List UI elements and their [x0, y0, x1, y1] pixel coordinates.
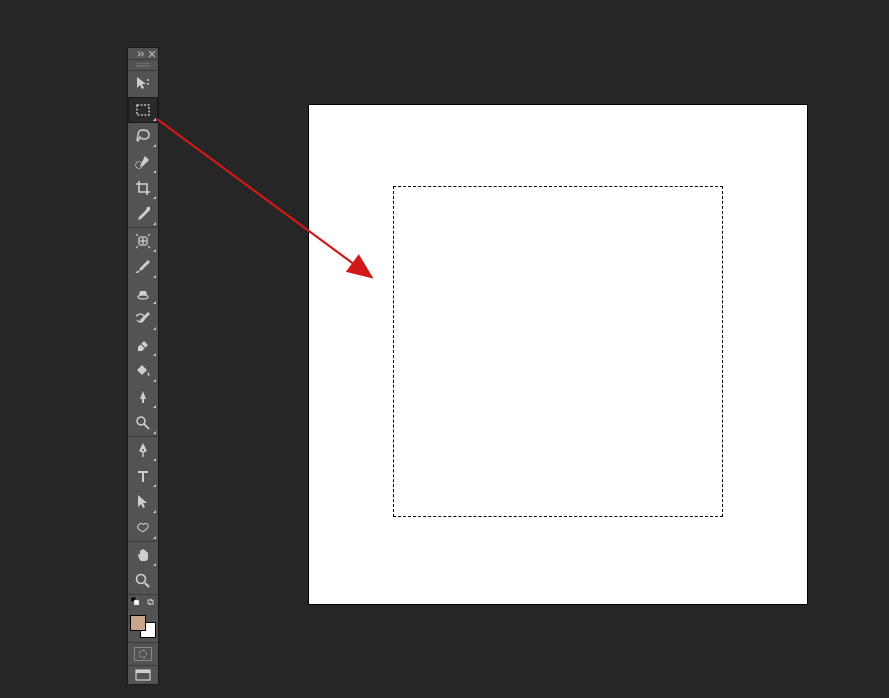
- flyout-indicator-icon: [153, 170, 156, 173]
- move-tool[interactable]: [128, 71, 158, 97]
- tools-panel: [127, 47, 159, 685]
- dodge-tool[interactable]: [128, 384, 158, 410]
- flyout-indicator-icon: [153, 275, 156, 278]
- default-colors-button[interactable]: [131, 594, 141, 612]
- panel-grip[interactable]: [128, 60, 158, 71]
- paint-bucket-tool[interactable]: [128, 358, 158, 384]
- flyout-indicator-icon: [153, 405, 156, 408]
- path-selection-tool[interactable]: [128, 489, 158, 515]
- flyout-indicator-icon: [153, 222, 156, 225]
- flyout-indicator-icon: [153, 196, 156, 199]
- flyout-indicator-icon: [153, 249, 156, 252]
- panel-header: [128, 48, 158, 60]
- flyout-indicator-icon: [153, 379, 156, 382]
- collapse-panel-button[interactable]: [137, 51, 145, 57]
- rectangular-marquee-tool[interactable]: [128, 97, 158, 123]
- quick-selection-tool[interactable]: [128, 149, 158, 175]
- screen-mode-row[interactable]: [128, 666, 158, 684]
- close-panel-button[interactable]: [148, 51, 156, 57]
- clone-stamp-tool[interactable]: [128, 280, 158, 306]
- foreground-color-swatch[interactable]: [130, 615, 146, 631]
- flyout-indicator-icon: [153, 484, 156, 487]
- flyout-indicator-icon: [153, 327, 156, 330]
- lasso-tool[interactable]: [128, 123, 158, 149]
- swap-colors-button[interactable]: [146, 594, 156, 612]
- flyout-indicator-icon: [153, 144, 156, 147]
- flyout-indicator-icon: [153, 301, 156, 304]
- flyout-indicator-icon: [153, 431, 156, 434]
- eraser-tool[interactable]: [128, 332, 158, 358]
- crop-tool[interactable]: [128, 175, 158, 201]
- flyout-indicator-icon: [153, 118, 156, 121]
- quick-mask-toggle[interactable]: [134, 647, 152, 661]
- eyedropper-tool[interactable]: [128, 201, 158, 227]
- flyout-indicator-icon: [153, 563, 156, 566]
- color-tools-row: [128, 595, 158, 611]
- history-brush-tool[interactable]: [128, 306, 158, 332]
- shape-tool[interactable]: [128, 515, 158, 541]
- flyout-indicator-icon: [153, 510, 156, 513]
- flyout-indicator-icon: [153, 458, 156, 461]
- marquee-selection[interactable]: [393, 186, 723, 517]
- healing-brush-tool[interactable]: [128, 228, 158, 254]
- color-swatches: [128, 613, 158, 640]
- quick-mask-row: [128, 643, 158, 665]
- type-tool[interactable]: [128, 463, 158, 489]
- brush-tool[interactable]: [128, 254, 158, 280]
- blur-tool[interactable]: [128, 410, 158, 436]
- pen-tool[interactable]: [128, 437, 158, 463]
- zoom-tool[interactable]: [128, 568, 158, 594]
- flyout-indicator-icon: [153, 536, 156, 539]
- hand-tool[interactable]: [128, 542, 158, 568]
- flyout-indicator-icon: [153, 353, 156, 356]
